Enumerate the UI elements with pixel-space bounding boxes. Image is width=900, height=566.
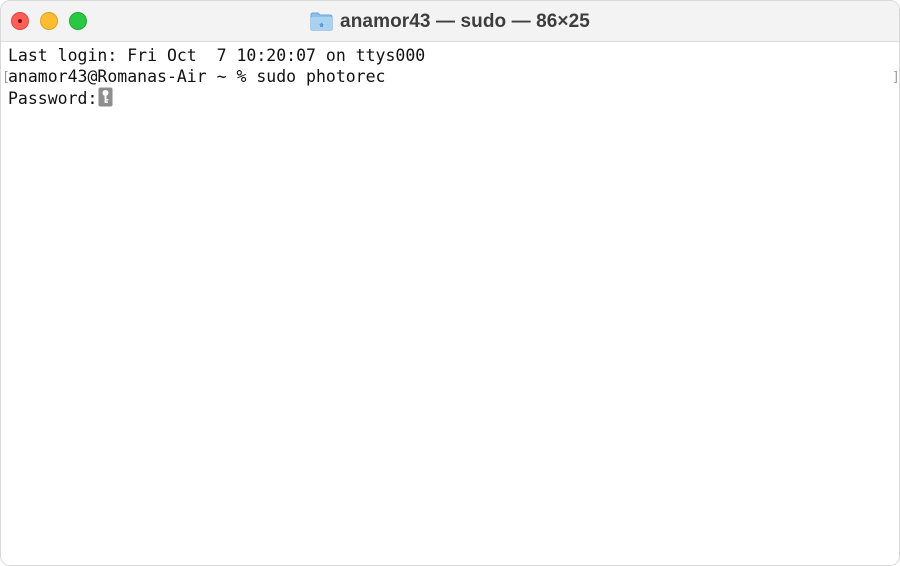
terminal-window: anamor43 — sudo — 86×25 Last login: Fri … xyxy=(0,0,900,566)
mark-bracket-right: ] xyxy=(892,70,900,85)
window-title: anamor43 — sudo — 86×25 xyxy=(340,10,590,32)
password-prompt: Password: xyxy=(8,89,98,108)
terminal-line-command: anamor43@Romanas-Air ~ % sudo photorec xyxy=(8,67,386,86)
title-bar[interactable]: anamor43 — sudo — 86×25 xyxy=(1,1,899,42)
title-area: anamor43 — sudo — 86×25 xyxy=(1,1,899,42)
terminal-content[interactable]: Last login: Fri Oct 7 10:20:07 on ttys00… xyxy=(1,42,899,565)
folder-icon xyxy=(310,12,333,31)
terminal-line-password: Password: xyxy=(8,87,113,109)
terminal-line-login: Last login: Fri Oct 7 10:20:07 on ttys00… xyxy=(8,46,426,65)
key-icon xyxy=(98,87,113,107)
